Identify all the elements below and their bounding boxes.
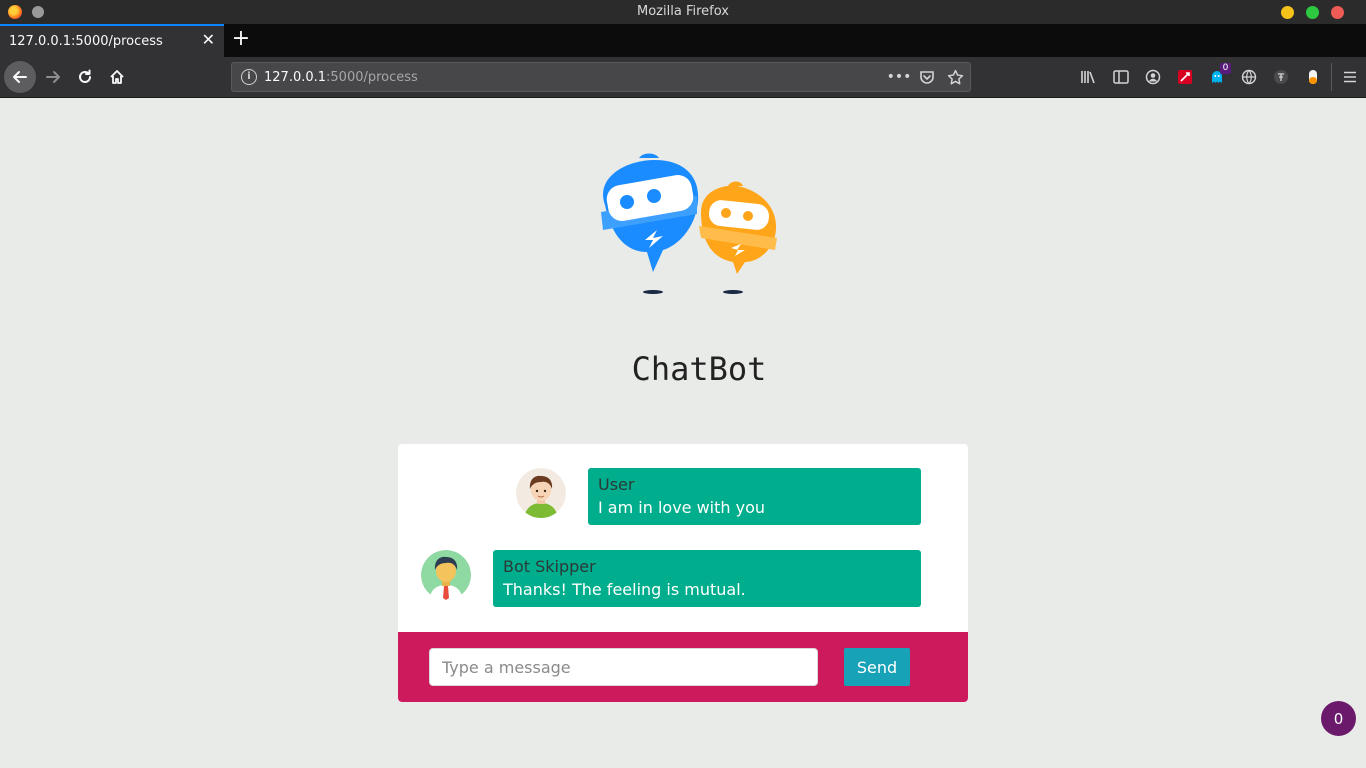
user-avatar	[516, 468, 566, 518]
orange-bot-icon	[699, 181, 777, 274]
home-button[interactable]	[102, 62, 132, 92]
toolbar-tools: 0	[1073, 63, 1366, 91]
message-text: I am in love with you	[598, 498, 766, 517]
message-input[interactable]	[429, 648, 818, 686]
tab-close-icon[interactable]: ✕	[202, 32, 215, 48]
window-titlebar: Mozilla Firefox	[0, 0, 1366, 24]
url-path: :5000/process	[326, 70, 418, 85]
message-text: Thanks! The feeling is mutual.	[503, 580, 746, 599]
globe-icon[interactable]	[1233, 63, 1265, 91]
star-icon[interactable]	[946, 67, 964, 87]
url-text[interactable]: 127.0.0.1:5000/process	[264, 70, 418, 85]
forward-button[interactable]	[38, 62, 68, 92]
chatbot-logo	[601, 153, 777, 294]
translate-icon[interactable]	[1265, 63, 1297, 91]
new-tab-button[interactable]: +	[230, 27, 252, 51]
close-window-button[interactable]	[1331, 6, 1344, 19]
send-button[interactable]: Send	[844, 648, 910, 686]
info-icon[interactable]: i	[241, 69, 257, 85]
maximize-button[interactable]	[1306, 6, 1319, 19]
floating-badge[interactable]: 0	[1321, 701, 1356, 736]
sidebar-icon[interactable]	[1105, 63, 1137, 91]
toolbar-separator	[1331, 63, 1332, 91]
forward-arrow-icon	[46, 71, 60, 83]
extension-icon[interactable]	[1169, 63, 1201, 91]
user-message-bubble: User I am in love with you	[588, 468, 921, 525]
window-title: Mozilla Firefox	[637, 4, 729, 19]
bot-avatar	[421, 550, 471, 600]
hamburger-menu-icon[interactable]	[1334, 63, 1366, 91]
bot-message-bubble: Bot Skipper Thanks! The feeling is mutua…	[493, 550, 921, 607]
url-host: 127.0.0.1	[264, 70, 327, 85]
url-bar[interactable]: i 127.0.0.1:5000/process •••	[231, 62, 971, 92]
ghost-extension-icon[interactable]: 0	[1201, 63, 1233, 91]
back-button[interactable]	[4, 61, 36, 93]
message-sender: User	[598, 475, 635, 494]
pocket-icon[interactable]	[918, 67, 936, 87]
extension-badge: 0	[1220, 63, 1231, 74]
page-title: ChatBot	[631, 350, 767, 388]
url-actions: •••	[887, 67, 964, 87]
reload-button[interactable]	[70, 62, 100, 92]
account-icon[interactable]	[1137, 63, 1169, 91]
tab-strip: 127.0.0.1:5000/process ✕ +	[0, 24, 1366, 57]
message-composer: Send	[398, 632, 968, 702]
tab-title: 127.0.0.1:5000/process	[9, 34, 163, 49]
more-icon[interactable]: •••	[887, 67, 912, 87]
blue-bot-icon	[601, 153, 699, 272]
reload-icon	[79, 69, 91, 83]
window-controls	[1281, 6, 1344, 19]
tab-active[interactable]: 127.0.0.1:5000/process ✕	[0, 24, 224, 57]
minimize-button[interactable]	[1281, 6, 1294, 19]
back-arrow-icon	[13, 71, 27, 83]
nav-toolbar: i 127.0.0.1:5000/process ••• 0	[0, 57, 1366, 98]
home-icon	[110, 70, 124, 84]
message-sender: Bot Skipper	[503, 557, 596, 576]
capsule-icon[interactable]	[1297, 63, 1329, 91]
chat-box: User I am in love with you Bot Skipper T…	[398, 444, 968, 702]
library-icon[interactable]	[1073, 63, 1105, 91]
